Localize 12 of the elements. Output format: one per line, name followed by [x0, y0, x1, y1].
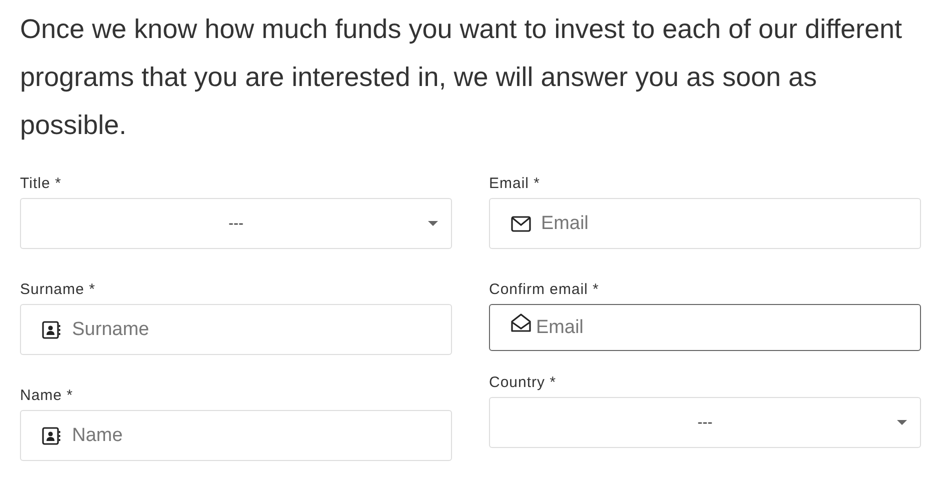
field-label: Surname *: [20, 282, 96, 298]
field-label: Confirm email *: [489, 282, 600, 298]
field-label: Email *: [489, 176, 542, 192]
select-field[interactable]: ---: [489, 397, 921, 448]
input-field[interactable]: Email: [489, 304, 921, 351]
select-field[interactable]: ---: [20, 198, 452, 249]
caret-icon: [897, 420, 907, 425]
field-label: Country *: [489, 375, 558, 391]
field-label: Title *: [20, 176, 62, 192]
caret-icon: [428, 221, 438, 226]
intro-paragraph: Once we know how much funds you want to invest to each of our different programs that you are interested in, we will answer you as soon as possible.: [20, 13, 903, 142]
field-label: Name *: [20, 388, 74, 404]
